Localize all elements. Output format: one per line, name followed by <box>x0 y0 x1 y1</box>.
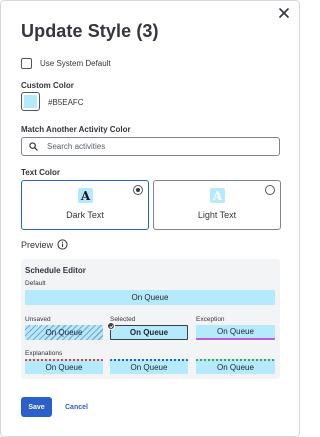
custom-color-swatch[interactable] <box>21 92 40 111</box>
save-button[interactable]: Save <box>21 397 52 417</box>
dark-text-glyph-icon: A <box>78 188 93 203</box>
search-icon <box>29 142 38 151</box>
explanations-label: Explanations <box>25 350 63 357</box>
system-default-checkbox[interactable] <box>21 58 32 69</box>
custom-color-label: Custom Color <box>21 81 74 90</box>
selected-check-icon <box>107 322 115 330</box>
system-default-label: Use System Default <box>40 59 111 68</box>
activity-search-box[interactable] <box>21 137 280 156</box>
explanation-block: On Queue <box>110 359 188 374</box>
schedule-editor-title: Schedule Editor <box>25 266 86 275</box>
preview-heading: Preview <box>21 239 68 250</box>
exception-block: On Queue <box>196 325 275 340</box>
default-block: On Queue <box>25 290 275 305</box>
light-text-glyph-icon: A <box>210 188 225 203</box>
explanation-block: On Queue <box>196 359 275 374</box>
preview-label: Preview <box>21 239 54 250</box>
explanation-block: On Queue <box>25 359 103 374</box>
selected-block: On Queue <box>107 322 188 340</box>
exception-label: Exception <box>196 316 225 323</box>
dark-text-label: Dark Text <box>66 210 104 220</box>
close-button[interactable] <box>277 6 291 20</box>
selected-label: Selected <box>110 316 136 323</box>
activity-search-input[interactable] <box>47 142 247 151</box>
light-text-radio[interactable] <box>265 185 275 195</box>
match-activity-label: Match Another Activity Color <box>21 125 131 134</box>
info-circle-icon[interactable] <box>57 239 68 250</box>
dark-text-radio[interactable] <box>133 185 143 195</box>
color-swatch-fill <box>24 95 37 108</box>
light-text-option[interactable]: A Light Text <box>153 180 281 230</box>
text-color-label: Text Color <box>21 168 60 177</box>
schedule-editor-preview: Schedule Editor Default On Queue Unsaved… <box>21 259 280 379</box>
default-label: Default <box>25 280 46 287</box>
cancel-button[interactable]: Cancel <box>61 397 92 417</box>
custom-color-hex: #B5EAFC <box>48 98 84 107</box>
close-icon <box>279 8 289 18</box>
dialog-title: Update Style (3) <box>21 21 159 41</box>
system-default-row[interactable]: Use System Default <box>21 58 111 69</box>
unsaved-label: Unsaved <box>25 316 51 323</box>
selected-block-text: On Queue <box>129 328 169 337</box>
update-style-dialog: Update Style (3) Use System Default Cust… <box>0 0 300 437</box>
light-text-label: Light Text <box>197 210 237 220</box>
unsaved-block: On Queue <box>25 325 103 340</box>
dark-text-option[interactable]: A Dark Text <box>21 180 149 230</box>
